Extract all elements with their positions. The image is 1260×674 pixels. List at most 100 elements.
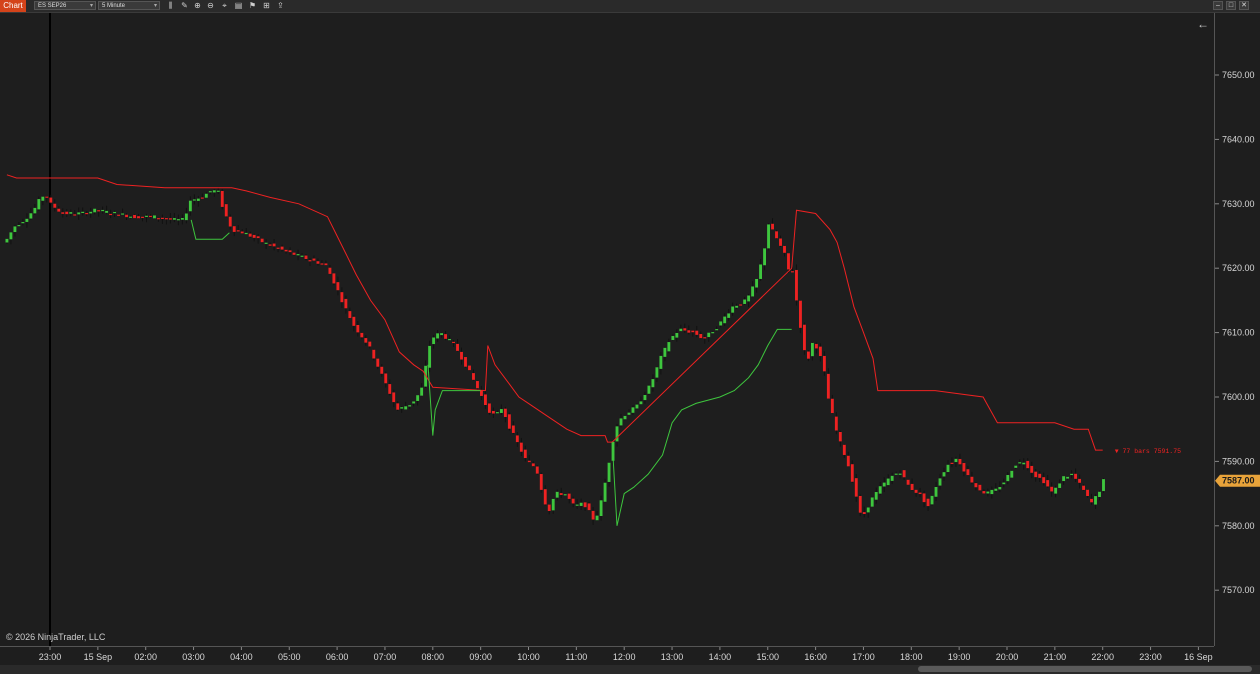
candle-up bbox=[994, 488, 998, 491]
candle-up bbox=[942, 472, 946, 477]
templates-icon[interactable]: ⊞ bbox=[262, 1, 271, 10]
time-tick-label: 23:00 bbox=[1139, 652, 1162, 662]
candle-up bbox=[870, 497, 874, 507]
candle-down bbox=[1026, 460, 1030, 469]
candle-up bbox=[77, 212, 81, 215]
candle-down bbox=[149, 215, 152, 218]
candle-up bbox=[93, 208, 97, 213]
candle-up bbox=[954, 458, 958, 463]
candle-up bbox=[216, 190, 220, 192]
candle-down bbox=[384, 373, 388, 384]
maximize-button[interactable]: □ bbox=[1226, 1, 1236, 10]
candle-down bbox=[507, 414, 511, 429]
instrument-select[interactable]: ES SEP26 ▾ bbox=[34, 1, 96, 10]
strategy-icon[interactable]: ⚑ bbox=[248, 1, 257, 10]
price-chart[interactable]: ▼ 77 bars 7591.75 bbox=[0, 13, 1214, 646]
candle-down bbox=[157, 218, 160, 220]
candle-up bbox=[667, 342, 671, 352]
candle-down bbox=[276, 247, 280, 249]
candle-down bbox=[902, 470, 906, 478]
candle-down bbox=[97, 210, 101, 212]
candle-down bbox=[168, 218, 172, 220]
price-tick-label: 7600.00 bbox=[1222, 392, 1255, 402]
close-button[interactable]: ✕ bbox=[1239, 1, 1249, 10]
candle-up bbox=[1070, 473, 1074, 476]
cursor-icon[interactable]: ⌖ bbox=[220, 1, 229, 10]
candle-up bbox=[735, 305, 739, 308]
current-price-label: 7587.00 bbox=[1222, 476, 1255, 486]
candle-down bbox=[340, 292, 344, 303]
time-axis[interactable]: 23:00 15 Sep 02:00 03:00 04:00 05:00 06:00 07:0… bbox=[0, 646, 1214, 667]
candle-up bbox=[898, 473, 902, 475]
chart-tab[interactable]: Chart bbox=[0, 0, 26, 12]
candle-up bbox=[296, 254, 300, 256]
time-tick-label: 07:00 bbox=[374, 652, 397, 662]
candle-down bbox=[472, 373, 475, 380]
draw-icon[interactable]: ✎ bbox=[180, 1, 189, 10]
candle-down bbox=[771, 223, 774, 230]
candle-up bbox=[184, 213, 188, 221]
candle-down bbox=[312, 258, 316, 261]
candle-down bbox=[511, 425, 515, 433]
candle-up bbox=[555, 491, 559, 498]
candle-down bbox=[109, 213, 113, 216]
time-tick-label: 12:00 bbox=[613, 652, 636, 662]
candle-down bbox=[324, 263, 328, 266]
time-tick-label: 02:00 bbox=[134, 652, 157, 662]
candle-up bbox=[675, 332, 679, 338]
trailing-stop-lower-line bbox=[190, 219, 230, 240]
candle-up bbox=[938, 478, 942, 486]
candle-down bbox=[260, 238, 264, 243]
copyright-text: © 2026 NinjaTrader, LLC bbox=[6, 632, 106, 642]
candle-up bbox=[1062, 476, 1066, 482]
candle-up bbox=[21, 222, 25, 224]
candle-down bbox=[1042, 477, 1046, 484]
price-tick-label: 7580.00 bbox=[1222, 521, 1255, 531]
candle-down bbox=[783, 245, 786, 253]
time-tick-label: 21:00 bbox=[1044, 652, 1067, 662]
zoom-in-icon[interactable]: ⊕ bbox=[193, 1, 202, 10]
candle-up bbox=[208, 191, 212, 193]
candle-up bbox=[113, 211, 117, 214]
candle-down bbox=[846, 455, 850, 467]
candle-down bbox=[519, 442, 523, 452]
time-tick-label: 10:00 bbox=[517, 652, 540, 662]
properties-icon[interactable]: ▤ bbox=[234, 1, 243, 10]
candle-up bbox=[495, 412, 499, 414]
candle-up bbox=[499, 409, 503, 413]
candle-down bbox=[1082, 485, 1085, 490]
candle-down bbox=[57, 208, 61, 212]
candle-down bbox=[535, 466, 539, 474]
candle-down bbox=[491, 410, 495, 414]
stop-annotation: ▼ 77 bars 7591.75 bbox=[1115, 448, 1181, 455]
price-axis[interactable]: 7650.00 7640.00 7630.00 7620.00 7610.00 7600.… bbox=[1214, 13, 1260, 646]
candle-up bbox=[212, 190, 216, 193]
interval-select[interactable]: 5 Minute ▾ bbox=[98, 1, 160, 10]
candle-down bbox=[918, 492, 922, 495]
candle-up bbox=[874, 492, 878, 500]
candle-down bbox=[966, 469, 970, 476]
candle-up bbox=[428, 345, 432, 368]
time-tick-label: 18:00 bbox=[900, 652, 923, 662]
candle-up bbox=[408, 405, 412, 407]
bar-type-icon[interactable]: ⫼ bbox=[166, 1, 175, 10]
candle-down bbox=[316, 261, 320, 264]
scrollbar-thumb[interactable] bbox=[918, 666, 1252, 672]
back-arrow-icon[interactable]: ← bbox=[1197, 17, 1209, 31]
candle-down bbox=[974, 483, 978, 488]
candle-up bbox=[300, 255, 304, 257]
candle-down bbox=[591, 510, 595, 520]
candle-up bbox=[420, 387, 424, 396]
candle-down bbox=[567, 493, 571, 499]
candle-up bbox=[631, 407, 635, 413]
candle-down bbox=[73, 214, 77, 216]
share-icon[interactable]: ⇪ bbox=[276, 1, 285, 10]
minimize-button[interactable]: – bbox=[1213, 1, 1223, 10]
candle-up bbox=[196, 198, 200, 201]
zoom-out-icon[interactable]: ⊖ bbox=[206, 1, 215, 10]
candle-down bbox=[527, 460, 531, 463]
candle-up bbox=[627, 412, 631, 415]
candle-down bbox=[328, 267, 332, 274]
candle-up bbox=[711, 332, 715, 334]
candle-down bbox=[284, 249, 288, 252]
